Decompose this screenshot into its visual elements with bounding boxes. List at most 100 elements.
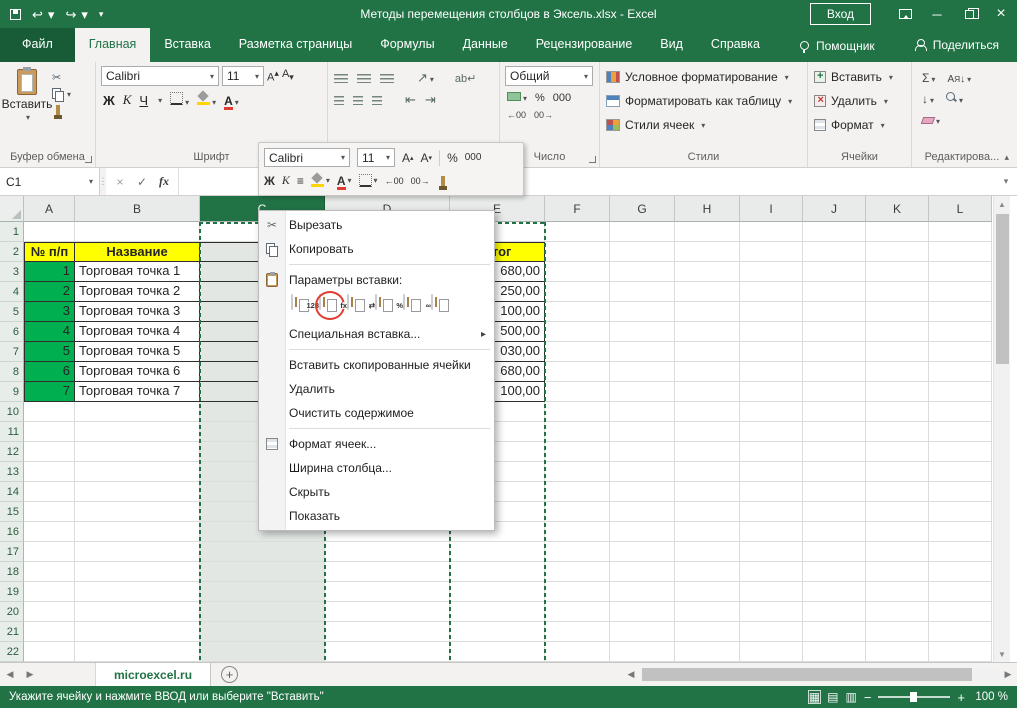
menu-item-delete[interactable]: Удалить	[259, 377, 494, 401]
mini-font-color-button[interactable]: А▾	[337, 176, 352, 186]
cell-F13[interactable]	[545, 462, 610, 482]
page-break-view-icon[interactable]: ▥	[845, 691, 856, 703]
cell-H6[interactable]	[675, 322, 740, 342]
cell-A16[interactable]	[24, 522, 75, 542]
cell-B8[interactable]: Торговая точка 6	[75, 362, 200, 382]
cell-I20[interactable]	[740, 602, 803, 622]
horizontal-scroll-thumb[interactable]	[642, 668, 972, 681]
cell-J5[interactable]	[803, 302, 866, 322]
scroll-down-icon[interactable]: ▼	[998, 646, 1006, 662]
cell-K12[interactable]	[866, 442, 929, 462]
cell-G9[interactable]	[610, 382, 675, 402]
cell-G17[interactable]	[610, 542, 675, 562]
cell-L18[interactable]	[929, 562, 992, 582]
cell-K2[interactable]	[866, 242, 929, 262]
cell-B16[interactable]	[75, 522, 200, 542]
row-header-5[interactable]: 5	[0, 302, 24, 322]
cell-L17[interactable]	[929, 542, 992, 562]
mini-borders-button[interactable]: ▾	[359, 174, 378, 187]
cell-I4[interactable]	[740, 282, 803, 302]
cell-B1[interactable]	[75, 222, 200, 242]
mini-increase-decimal-icon[interactable]: ←00	[385, 176, 404, 186]
cell-D21[interactable]	[325, 622, 450, 642]
column-header-K[interactable]: K	[866, 196, 929, 222]
number-format-select[interactable]: Общий▾	[505, 66, 593, 86]
tab-Рецензирование[interactable]: Рецензирование	[522, 28, 647, 62]
cell-H7[interactable]	[675, 342, 740, 362]
cell-G6[interactable]	[610, 322, 675, 342]
cell-L11[interactable]	[929, 422, 992, 442]
cell-G21[interactable]	[610, 622, 675, 642]
mini-increase-font-icon[interactable]: А▴	[402, 151, 414, 165]
cell-F6[interactable]	[545, 322, 610, 342]
cell-J20[interactable]	[803, 602, 866, 622]
zoom-level[interactable]: 100 %	[972, 691, 1008, 703]
page-layout-view-icon[interactable]: ▤	[827, 691, 838, 703]
cell-K15[interactable]	[866, 502, 929, 522]
cell-H8[interactable]	[675, 362, 740, 382]
cell-L7[interactable]	[929, 342, 992, 362]
cell-F7[interactable]	[545, 342, 610, 362]
column-header-I[interactable]: I	[740, 196, 803, 222]
menu-item-show[interactable]: Показать	[259, 504, 494, 528]
cell-L13[interactable]	[929, 462, 992, 482]
row-header-22[interactable]: 22	[0, 642, 24, 662]
cell-G10[interactable]	[610, 402, 675, 422]
cell-J19[interactable]	[803, 582, 866, 602]
cell-C18[interactable]	[200, 562, 325, 582]
format-as-table-button[interactable]: Форматировать как таблицу▾	[602, 89, 805, 113]
column-header-H[interactable]: H	[675, 196, 740, 222]
tab-Разметка страницы[interactable]: Разметка страницы	[225, 28, 366, 62]
cell-G12[interactable]	[610, 442, 675, 462]
row-header-7[interactable]: 7	[0, 342, 24, 362]
cell-D17[interactable]	[325, 542, 450, 562]
increase-indent-icon[interactable]: ⇥	[425, 92, 436, 108]
cell-K7[interactable]	[866, 342, 929, 362]
cell-L16[interactable]	[929, 522, 992, 542]
row-header-12[interactable]: 12	[0, 442, 24, 462]
cell-H22[interactable]	[675, 642, 740, 662]
cell-A12[interactable]	[24, 442, 75, 462]
cell-A7[interactable]: 5	[24, 342, 75, 362]
cell-L5[interactable]	[929, 302, 992, 322]
sheet-nav-left-icon[interactable]: ◀	[0, 669, 20, 680]
comma-style-button[interactable]: 000	[553, 92, 571, 104]
cell-F18[interactable]	[545, 562, 610, 582]
insert-cells-button[interactable]: Вставить▾	[810, 65, 909, 89]
cell-L8[interactable]	[929, 362, 992, 382]
align-left-icon[interactable]	[334, 96, 344, 105]
cell-I13[interactable]	[740, 462, 803, 482]
cell-K18[interactable]	[866, 562, 929, 582]
increase-font-size-button[interactable]: А▴	[267, 68, 279, 84]
row-header-2[interactable]: 2	[0, 242, 24, 262]
cell-J22[interactable]	[803, 642, 866, 662]
align-bottom-icon[interactable]	[380, 74, 394, 83]
cell-G18[interactable]	[610, 562, 675, 582]
cell-A10[interactable]	[24, 402, 75, 422]
column-header-F[interactable]: F	[545, 196, 610, 222]
italic-button[interactable]: К	[123, 92, 132, 108]
conditional-formatting-button[interactable]: Условное форматирование▾	[602, 65, 805, 89]
cell-J11[interactable]	[803, 422, 866, 442]
cell-B10[interactable]	[75, 402, 200, 422]
cell-J21[interactable]	[803, 622, 866, 642]
cell-K8[interactable]	[866, 362, 929, 382]
cell-A18[interactable]	[24, 562, 75, 582]
column-header-L[interactable]: L	[929, 196, 992, 222]
cell-J13[interactable]	[803, 462, 866, 482]
cell-F10[interactable]	[545, 402, 610, 422]
cell-J2[interactable]	[803, 242, 866, 262]
row-header-21[interactable]: 21	[0, 622, 24, 642]
cell-H9[interactable]	[675, 382, 740, 402]
font-color-button[interactable]: А▾	[224, 93, 239, 108]
collapse-ribbon-icon[interactable]: ▴	[1004, 152, 1009, 163]
cut-button[interactable]: ✂	[52, 71, 71, 84]
add-sheet-button[interactable]: +	[221, 666, 238, 683]
cell-K21[interactable]	[866, 622, 929, 642]
cell-styles-button[interactable]: Стили ячеек▾	[602, 113, 805, 137]
cell-K4[interactable]	[866, 282, 929, 302]
find-select-button[interactable]: ▾	[946, 92, 963, 106]
cell-E22[interactable]	[450, 642, 545, 662]
cell-A13[interactable]	[24, 462, 75, 482]
format-cells-button[interactable]: Формат▾	[810, 113, 909, 137]
